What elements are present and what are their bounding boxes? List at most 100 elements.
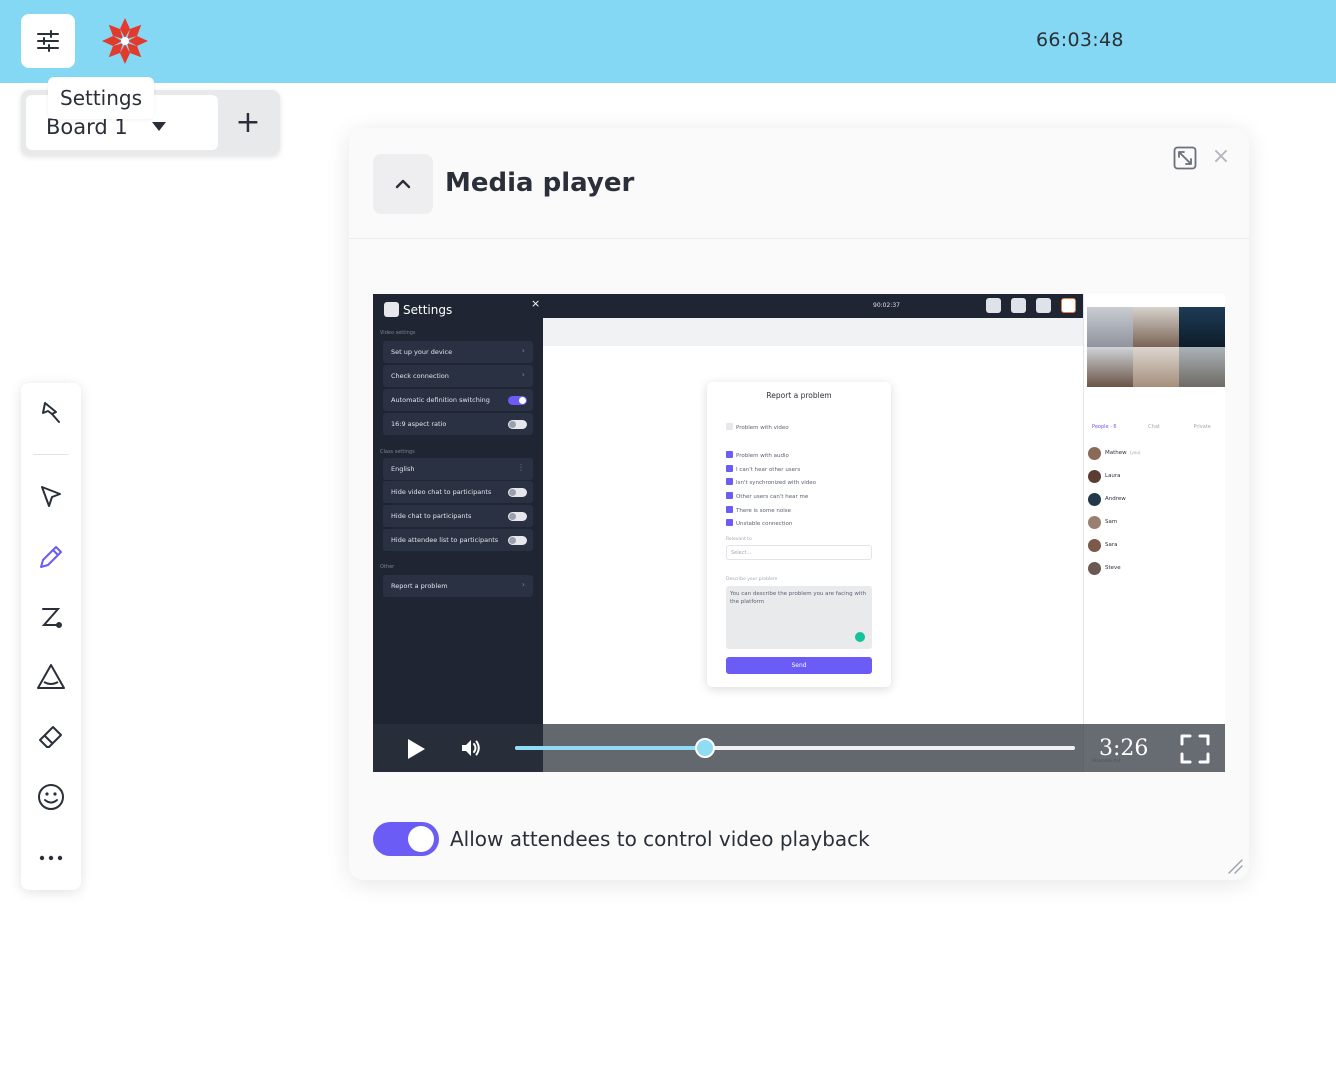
session-timer: 66:03:48 — [1036, 29, 1124, 51]
toggle-on-icon — [508, 396, 527, 405]
toggle-off-icon — [508, 488, 527, 497]
video-frame-group: Video settings — [380, 330, 416, 336]
video-frame-face — [1133, 307, 1179, 347]
avatar — [1088, 516, 1101, 529]
settings-tooltip: Settings — [48, 77, 155, 119]
video-frame-group: Other — [380, 564, 395, 570]
allow-control-label: Allow attendees to control video playbac… — [450, 827, 870, 851]
collapse-button[interactable] — [373, 154, 433, 214]
emoji-tool[interactable] — [31, 777, 71, 817]
video-frame-person: Laura — [1088, 470, 1222, 484]
video-frame-person-name: Sara — [1105, 542, 1118, 548]
fullscreen-icon[interactable] — [1179, 733, 1211, 765]
close-icon[interactable]: × — [1211, 144, 1231, 169]
chevron-right-icon: › — [521, 370, 525, 379]
video-duration: 3:26 — [1099, 736, 1149, 761]
video-frame-person-name: Laura — [1105, 473, 1121, 479]
play-icon[interactable] — [403, 737, 427, 761]
cursor-icon — [41, 486, 61, 507]
video-frame-person: Mathew (you) — [1088, 447, 1222, 461]
video-frame-checkbox: Problem with video — [726, 423, 789, 431]
avatar — [1088, 493, 1101, 506]
video-frame-face — [1133, 347, 1179, 387]
video-frame-row: Check connection › — [383, 365, 533, 387]
seek-handle[interactable] — [695, 738, 716, 758]
snowflake-logo-icon — [102, 18, 148, 64]
video-frame-topbar: 90:02:37 — [543, 294, 1083, 318]
video-frame-checkbox: I can't hear other users — [726, 465, 800, 473]
toggle-off-icon — [508, 512, 527, 521]
video-frame-row: Report a problem › — [383, 575, 533, 597]
more-tools[interactable] — [31, 838, 71, 878]
video-frame-person: Sara — [1088, 539, 1222, 553]
video-frame-face — [1087, 347, 1133, 387]
video-frame-face — [1179, 347, 1225, 387]
video-frame-row: Hide chat to participants — [383, 505, 533, 527]
video-frame-field-label: Describe your problem — [726, 577, 778, 582]
video-frame-checkbox: There is some noise — [726, 506, 791, 514]
video-frame-checkbox: Problem with audio — [726, 451, 789, 459]
video-frame-settings-title: Settings — [403, 303, 453, 317]
video-player[interactable]: Settings × Video settings Set up your de… — [373, 294, 1225, 772]
video-frame-row-label: Hide video chat to participants — [391, 488, 492, 496]
video-frame-checkbox: Unstable connection — [726, 519, 792, 527]
video-frame-checkbox: Isn't synchronized with video — [726, 478, 816, 486]
allow-control-toggle[interactable] — [373, 822, 439, 856]
select-tool[interactable] — [31, 477, 71, 517]
video-frame-person: Andrew — [1088, 493, 1222, 507]
volume-icon[interactable] — [459, 736, 483, 760]
video-frame-row-label: Report a problem — [391, 582, 448, 590]
pin-icon — [42, 402, 60, 423]
video-frame-timer: 90:02:37 — [873, 302, 900, 309]
video-frame-person-name: Mathew — [1105, 450, 1127, 456]
toggle-off-icon — [508, 536, 527, 545]
video-frame-you-tag: (you) — [1130, 450, 1141, 455]
panel-header: Media player × — [349, 128, 1249, 239]
pencil-tool[interactable] — [31, 537, 71, 577]
avatar — [1088, 562, 1101, 575]
resize-grip-icon[interactable] — [1227, 858, 1243, 874]
avatar — [1088, 470, 1101, 483]
video-frame-row: 16:9 aspect ratio — [383, 413, 533, 435]
sliders-icon — [37, 30, 59, 52]
toggle-off-icon — [508, 420, 527, 429]
add-board-button[interactable]: + — [221, 95, 275, 150]
video-frame-report-dialog: Report a problem Problem with video Prob… — [707, 382, 891, 687]
video-frame-tab: Private — [1193, 424, 1211, 430]
video-frame-checkbox: Other users can't hear me — [726, 492, 808, 500]
video-frame-row: Set up your device › — [383, 341, 533, 363]
pin-tool[interactable] — [31, 393, 71, 433]
eraser-icon — [39, 726, 62, 748]
shape-tool[interactable] — [31, 657, 71, 697]
video-frame-row: Hide attendee list to participants — [383, 529, 533, 551]
video-frame-exit-button — [1061, 298, 1076, 313]
video-frame-row-label: 16:9 aspect ratio — [391, 420, 447, 428]
video-frame-send-button: Send — [726, 657, 872, 674]
media-player-panel: Media player × Settings × Video settings… — [349, 128, 1249, 880]
connector-tool[interactable] — [31, 597, 71, 637]
eraser-tool[interactable] — [31, 717, 71, 757]
emoji-icon — [38, 784, 64, 810]
video-frame-row-label: Hide attendee list to participants — [391, 536, 499, 544]
expand-icon[interactable] — [1173, 146, 1197, 170]
video-frame-person: Steve — [1088, 562, 1222, 576]
caret-down-icon — [152, 122, 166, 131]
video-frame-dialog-title: Report a problem — [766, 391, 832, 400]
video-frame-close-icon: × — [531, 297, 541, 310]
more-icon — [39, 855, 63, 861]
chevron-up-icon — [395, 179, 411, 189]
video-frame-row: Hide video chat to participants — [383, 481, 533, 503]
video-frame-row-label: Check connection — [391, 372, 449, 380]
video-frame-person-name: Steve — [1105, 565, 1121, 571]
seek-bar[interactable] — [515, 738, 1075, 758]
settings-button[interactable] — [21, 14, 75, 68]
chevron-right-icon: › — [521, 580, 525, 589]
video-frame-person-name: Andrew — [1105, 496, 1126, 502]
connector-icon — [41, 608, 62, 628]
video-frame-row-label: Automatic definition switching — [391, 396, 490, 404]
top-bar: 66:03:48 — [0, 0, 1336, 83]
video-frame-tab: Chat — [1148, 424, 1160, 430]
video-frame-settings-sidebar: Settings × Video settings Set up your de… — [373, 294, 543, 772]
video-frame-select: Select... — [726, 545, 872, 560]
video-frame-button — [1036, 298, 1051, 313]
